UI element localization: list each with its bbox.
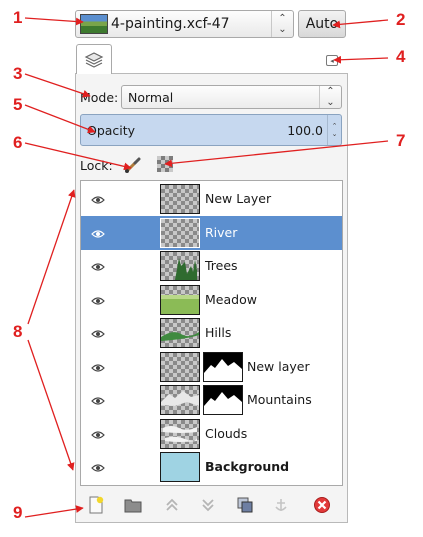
visibility-eye-icon[interactable] [91, 260, 105, 271]
layer-row[interactable]: New Layer [81, 182, 342, 216]
layer-name: Clouds [205, 425, 248, 441]
lock-alpha-icon[interactable] [157, 156, 173, 172]
layer-row[interactable]: Meadow [81, 283, 342, 317]
visibility-eye-icon[interactable] [91, 193, 105, 204]
new-layer-icon[interactable] [87, 496, 105, 514]
callout-1: 1 [13, 8, 23, 27]
layer-thumbnail [160, 418, 200, 449]
layer-name: New Layer [205, 191, 272, 206]
layer-thumbnail [160, 452, 200, 482]
layer-thumbnail [160, 217, 200, 248]
configure-tab-icon[interactable]: ◂ [326, 55, 338, 66]
layer-row[interactable]: Trees [81, 249, 342, 283]
layer-name: River [205, 224, 238, 240]
callout-5: 5 [13, 95, 23, 114]
opacity-value: 100.0 [287, 123, 323, 138]
visibility-eye-icon[interactable] [91, 361, 105, 372]
new-layer-group-icon[interactable] [124, 496, 142, 514]
callout-7: 7 [396, 131, 406, 150]
layer-list[interactable]: New Layer River Trees Meadow Hills New layer M… [80, 180, 343, 486]
visibility-eye-icon[interactable] [91, 227, 105, 238]
visibility-eye-icon[interactable] [91, 294, 105, 305]
opacity-label: Opacity [87, 122, 136, 138]
layer-mask-thumbnail [203, 385, 243, 415]
auto-button[interactable]: Auto [298, 10, 346, 38]
layer-mask-thumbnail [203, 351, 243, 382]
lock-label: Lock: [80, 158, 113, 173]
callout-2: 2 [396, 10, 406, 29]
image-thumbnail [80, 14, 108, 34]
visibility-eye-icon[interactable] [91, 394, 105, 405]
layer-row[interactable]: River [81, 215, 342, 250]
layer-thumbnail [160, 284, 200, 315]
lock-pixels-icon[interactable] [124, 156, 142, 174]
delete-layer-icon[interactable] [313, 496, 331, 514]
layer-name: Hills [205, 325, 232, 340]
anchor-layer-icon[interactable] [272, 496, 290, 514]
callout-4: 4 [396, 47, 406, 66]
layer-row[interactable]: Mountains [81, 383, 342, 417]
callout-3: 3 [13, 64, 23, 83]
layer-name: Meadow [205, 291, 257, 307]
callout-6: 6 [13, 133, 23, 152]
layer-thumbnail [160, 385, 200, 415]
mode-value: Normal [128, 89, 174, 105]
visibility-eye-icon[interactable] [91, 327, 105, 338]
image-selector[interactable]: 4-painting.xcf-47 ⌃ ⌄ [75, 10, 294, 38]
layer-thumbnail [160, 251, 200, 281]
mode-label: Mode: [80, 90, 119, 105]
layer-name: Background [205, 459, 290, 474]
layer-row[interactable]: New layer [81, 350, 342, 384]
visibility-eye-icon[interactable] [91, 428, 105, 439]
layer-thumbnail [160, 351, 200, 382]
layers-icon [84, 51, 104, 68]
opacity-stepper-icon[interactable]: ⌃ ⌄ [327, 115, 341, 145]
tab-layers[interactable] [76, 44, 112, 74]
image-selector-arrows-icon[interactable]: ⌃ ⌄ [271, 11, 293, 37]
visibility-eye-icon[interactable] [91, 461, 105, 472]
layer-thumbnail [160, 318, 200, 348]
mode-arrows-icon: ⌃ ⌄ [319, 86, 341, 108]
callout-8: 8 [13, 322, 23, 341]
duplicate-layer-icon[interactable] [236, 496, 254, 514]
layer-row[interactable]: Hills [81, 316, 342, 350]
callout-9: 9 [13, 503, 23, 522]
layer-row[interactable]: Background [81, 450, 342, 484]
mode-select[interactable]: Normal ⌃ ⌄ [121, 85, 342, 109]
raise-layer-icon[interactable] [163, 496, 181, 514]
layer-name: Mountains [247, 392, 312, 407]
lower-layer-icon[interactable] [199, 496, 217, 514]
layer-row[interactable]: Clouds [81, 417, 342, 451]
image-name: 4-painting.xcf-47 [111, 16, 230, 32]
opacity-slider[interactable]: Opacity 100.0 ⌃ ⌄ [80, 114, 342, 146]
layer-name: Trees [205, 258, 238, 273]
layer-name: New layer [247, 358, 310, 374]
layer-thumbnail [160, 184, 200, 214]
